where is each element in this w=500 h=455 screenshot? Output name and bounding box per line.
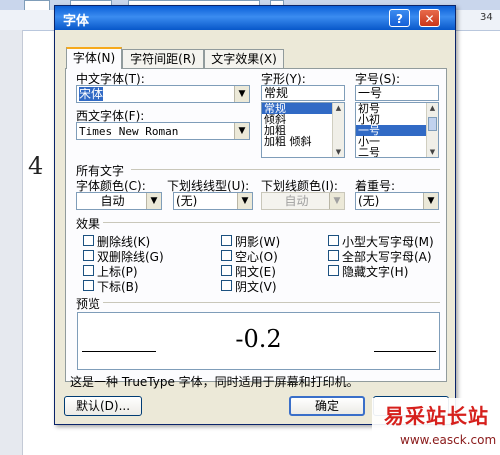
tab-character-spacing[interactable]: 字符间距(R) (122, 49, 204, 68)
font-color-value: 自动 (100, 194, 125, 208)
scroll-up-icon[interactable]: ▲ (428, 103, 437, 113)
scroll-up-icon[interactable]: ▲ (334, 103, 343, 113)
font-size-value: 一号 (358, 86, 383, 100)
divider (131, 169, 440, 170)
divider (103, 222, 440, 223)
hidden-text-label: 隐藏文字(H) (342, 265, 409, 279)
underline-style-dropdown[interactable]: (无) ▼ (173, 192, 253, 210)
strikethrough-checkbox[interactable] (83, 235, 94, 246)
divider (103, 302, 440, 303)
chevron-down-icon[interactable]: ▼ (237, 193, 252, 209)
shadow-checkbox[interactable] (221, 235, 232, 246)
chevron-down-icon[interactable]: ▼ (423, 193, 438, 209)
outline-checkbox[interactable] (221, 250, 232, 261)
hidden-text-checkbox[interactable] (328, 265, 339, 276)
watermark-text: 易采站长站 (384, 404, 489, 428)
watermark-url: www.easck.com (400, 433, 497, 447)
preview-sample-text: -0.2 (235, 325, 282, 353)
emphasis-mark-dropdown[interactable]: (无) ▼ (355, 192, 439, 210)
ruler-number: 34 (480, 12, 493, 23)
font-description: 这是一种 TrueType 字体，同时适用于屏幕和打印机。 (70, 375, 359, 389)
superscript-checkbox[interactable] (83, 265, 94, 276)
underline-style-value: (无) (176, 194, 198, 208)
font-style-scrollbar[interactable]: ▲ ▼ (332, 103, 344, 157)
dialog-titlebar[interactable]: 字体 ? ✕ (55, 6, 455, 30)
tab-text-effects[interactable]: 文字效果(X) (204, 49, 284, 68)
site-watermark: 易采站长站 www.easck.com (372, 398, 500, 455)
font-size-list[interactable]: 初号 小初 一号 小一 二号 ▲ ▼ (355, 102, 439, 158)
underline-color-value: 自动 (284, 194, 309, 208)
subscript-label: 下标(B) (97, 280, 139, 294)
chevron-down-icon[interactable]: ▼ (234, 123, 249, 139)
emphasis-mark-value: (无) (358, 194, 380, 208)
engrave-checkbox[interactable] (221, 280, 232, 291)
tab-font[interactable]: 字体(N) (66, 47, 122, 69)
close-button[interactable]: ✕ (419, 9, 440, 27)
default-button[interactable]: 默认(D)... (64, 396, 142, 416)
effects-section-title: 效果 (76, 217, 101, 231)
vertical-ruler (0, 30, 23, 455)
latin-font-dropdown[interactable]: Times New Roman ▼ (76, 122, 250, 140)
preview-baseline-right (374, 351, 436, 352)
asian-font-value: 宋体 (79, 87, 104, 101)
emboss-checkbox[interactable] (221, 265, 232, 276)
dialog-title: 字体 (63, 14, 90, 29)
scroll-thumb[interactable] (428, 117, 437, 131)
font-style-input[interactable]: 常规 (261, 85, 345, 101)
latin-font-value: Times New Roman (79, 125, 179, 138)
font-size-scrollbar[interactable]: ▲ ▼ (426, 103, 438, 157)
underline-color-dropdown[interactable]: 自动 ▼ (261, 192, 345, 210)
font-color-dropdown[interactable]: 自动 ▼ (76, 192, 162, 210)
engrave-label: 阴文(V) (235, 280, 277, 294)
all-caps-checkbox[interactable] (328, 250, 339, 261)
chevron-down-icon[interactable]: ▼ (234, 86, 249, 102)
chevron-down-icon[interactable]: ▼ (146, 193, 161, 209)
scroll-down-icon[interactable]: ▼ (334, 147, 343, 157)
font-style-value: 常规 (264, 86, 289, 100)
double-strikethrough-checkbox[interactable] (83, 250, 94, 261)
subscript-checkbox[interactable] (83, 280, 94, 291)
help-button[interactable]: ? (389, 9, 410, 27)
small-caps-checkbox[interactable] (328, 235, 339, 246)
font-dialog: 字体 ? ✕ 字体(N) 字符间距(R) 文字效果(X) 中文字体(T): 宋体… (54, 5, 456, 425)
asian-font-dropdown[interactable]: 宋体 ▼ (76, 85, 250, 103)
document-text: 4 (28, 152, 44, 180)
preview-section-title: 预览 (76, 297, 101, 311)
font-style-list[interactable]: 常规 倾斜 加粗 加粗 倾斜 ▲ ▼ (261, 102, 345, 158)
ok-button[interactable]: 确定 (289, 396, 365, 416)
font-size-input[interactable]: 一号 (355, 85, 439, 101)
preview-box: -0.2 (77, 312, 440, 370)
chevron-down-icon[interactable]: ▼ (329, 193, 344, 209)
scroll-down-icon[interactable]: ▼ (428, 147, 437, 157)
